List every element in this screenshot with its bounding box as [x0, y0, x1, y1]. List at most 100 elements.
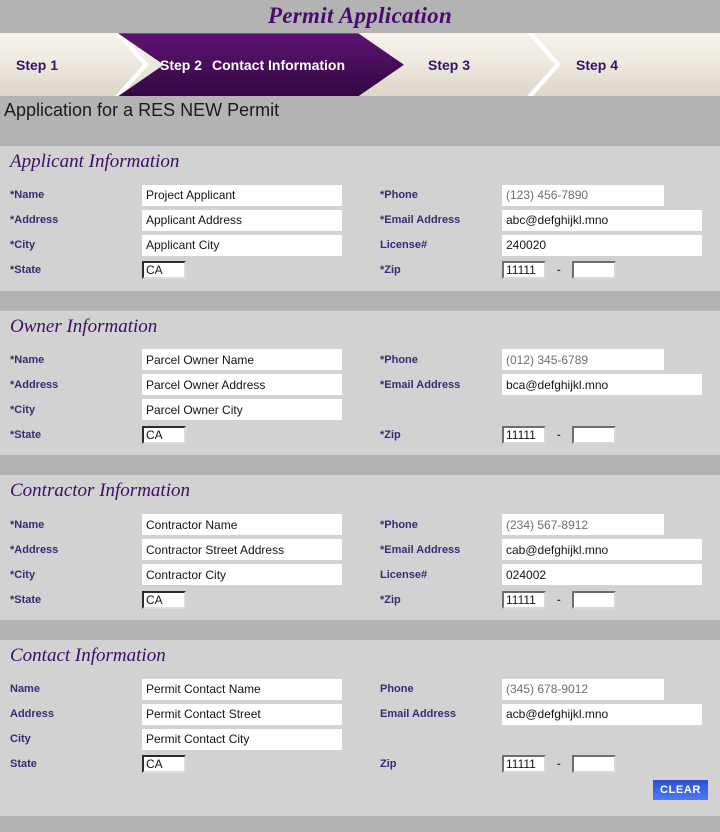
contractor-address-input[interactable] [142, 539, 342, 561]
chevron-divider-icon [527, 33, 561, 97]
owner-name-label: *Name [10, 353, 45, 366]
contractor-city-label: *City [10, 568, 36, 581]
owner-zip-input[interactable] [502, 425, 546, 444]
applicant-name-label: *Name [10, 189, 45, 202]
form-row: Name Phone [0, 677, 720, 702]
applicant-address-label: *Address [10, 214, 59, 227]
owner-phone-label: *Phone [380, 353, 418, 366]
contractor-section-title: Contractor Information [10, 480, 190, 502]
zip-dash-separator: - [557, 264, 561, 277]
applicant-phone-label: *Phone [380, 189, 418, 202]
clear-button[interactable]: CLEAR [653, 779, 708, 800]
zip-dash-separator: - [557, 758, 561, 771]
step-item-2-active[interactable]: Step 2 Contact Information [118, 33, 404, 97]
step-4-number: Step 4 [576, 56, 619, 73]
owner-email-input[interactable] [502, 374, 702, 396]
contractor-license-input[interactable] [502, 564, 702, 586]
contact-city-input[interactable] [142, 728, 342, 750]
contact-section-title: Contact Information [10, 645, 166, 667]
owner-address-label: *Address [10, 378, 59, 391]
step-3-number: Step 3 [428, 56, 471, 73]
section-gap [0, 455, 720, 476]
zip-dash-separator: - [557, 593, 561, 606]
owner-city-input[interactable] [142, 399, 342, 421]
step-item-4[interactable]: Step 4 [560, 33, 720, 96]
applicant-state-label: *State [10, 264, 42, 277]
contractor-information-panel: Contractor Information *Name *Phone *Add… [0, 475, 720, 621]
form-row: *Name *Phone [0, 512, 720, 537]
owner-section-title: Owner Information [10, 315, 158, 337]
owner-zip-ext-input[interactable] [571, 425, 616, 444]
applicant-license-input[interactable] [502, 234, 702, 256]
applicant-zip-ext-input[interactable] [571, 261, 616, 280]
section-gap [0, 620, 720, 641]
contractor-phone-input[interactable] [502, 514, 664, 536]
contractor-state-label: *State [10, 593, 42, 606]
contractor-zip-input[interactable] [502, 590, 546, 609]
contact-address-label: Address [10, 708, 55, 721]
applicant-phone-input[interactable] [502, 184, 664, 206]
form-row: *City License# [0, 562, 720, 587]
form-row: *Address *Email Address [0, 537, 720, 562]
application-subtitle: Application for a RES NEW Permit [0, 96, 720, 126]
applicant-city-label: *City [10, 239, 36, 252]
contractor-zip-ext-input[interactable] [571, 590, 616, 609]
step-item-3[interactable]: Step 3 [412, 33, 561, 97]
contractor-email-input[interactable] [502, 539, 702, 561]
applicant-email-label: *Email Address [380, 214, 461, 227]
applicant-state-input[interactable] [142, 261, 186, 280]
contact-zip-ext-input[interactable] [571, 755, 616, 774]
owner-state-label: *State [10, 428, 42, 441]
contact-zip-input[interactable] [502, 755, 546, 774]
owner-phone-input[interactable] [502, 349, 664, 371]
contractor-name-label: *Name [10, 518, 45, 531]
contact-phone-input[interactable] [502, 678, 664, 700]
contact-name-input[interactable] [142, 678, 342, 700]
applicant-section-title: Applicant Information [10, 150, 180, 172]
form-row: *Address *Email Address [0, 208, 720, 233]
applicant-name-input[interactable] [142, 184, 342, 206]
section-gap [0, 125, 720, 146]
section-gap [0, 290, 720, 311]
contact-email-input[interactable] [502, 703, 702, 725]
page-title: Permit Application [267, 3, 453, 28]
contact-city-label: City [10, 733, 31, 746]
form-row: *City [0, 397, 720, 422]
step-2-name: Contact Information [212, 56, 346, 73]
form-row: *Name *Phone [0, 183, 720, 208]
form-row: Address Email Address [0, 702, 720, 727]
contact-information-panel: Contact Information Name Phone Address E… [0, 640, 720, 816]
owner-address-input[interactable] [142, 374, 342, 396]
owner-information-panel: Owner Information *Name *Phone *Address … [0, 310, 720, 456]
contact-name-label: Name [10, 683, 40, 696]
form-row: *State *Zip - [0, 258, 720, 283]
step-2-number: Step 2 [160, 56, 203, 73]
owner-name-input[interactable] [142, 349, 342, 371]
contact-address-input[interactable] [142, 703, 342, 725]
step-1-number: Step 1 [16, 56, 59, 73]
form-row: *Name *Phone [0, 347, 720, 372]
owner-city-label: *City [10, 403, 36, 416]
owner-email-label: *Email Address [380, 378, 461, 391]
contractor-address-label: *Address [10, 543, 59, 556]
applicant-email-input[interactable] [502, 209, 702, 231]
contact-zip-label: Zip [380, 758, 397, 771]
applicant-zip-input[interactable] [502, 261, 546, 280]
contact-state-input[interactable] [142, 755, 186, 774]
contractor-name-input[interactable] [142, 514, 342, 536]
applicant-city-input[interactable] [142, 234, 342, 256]
form-row: *Address *Email Address [0, 372, 720, 397]
owner-state-input[interactable] [142, 425, 186, 444]
contractor-zip-label: *Zip [380, 593, 401, 606]
form-row: *City License# [0, 233, 720, 258]
form-row: City [0, 727, 720, 752]
contact-email-label: Email Address [380, 708, 457, 721]
zip-dash-separator: - [557, 428, 561, 441]
applicant-address-input[interactable] [142, 209, 342, 231]
contractor-city-input[interactable] [142, 564, 342, 586]
contractor-email-label: *Email Address [380, 543, 461, 556]
contact-state-label: State [10, 758, 37, 771]
contractor-state-input[interactable] [142, 590, 186, 609]
form-row: *State *Zip - [0, 587, 720, 612]
form-row: State Zip - [0, 752, 720, 777]
